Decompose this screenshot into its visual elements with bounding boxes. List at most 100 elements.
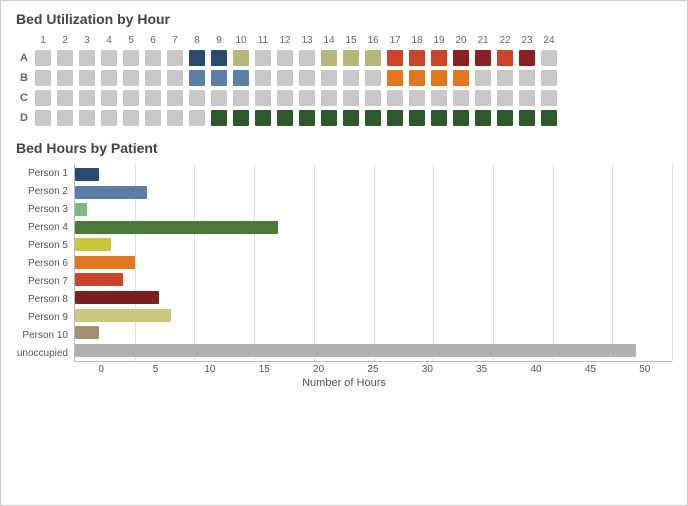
bed-cell <box>453 110 469 126</box>
bed-cell <box>123 110 139 126</box>
bed-cell <box>343 70 359 86</box>
hour-header: 11 <box>252 35 274 46</box>
x-axis-label: 45 <box>563 364 617 375</box>
bar <box>75 186 147 199</box>
bed-cell <box>431 110 447 126</box>
bed-grid-header: 123456789101112131415161718192021222324 <box>16 35 672 46</box>
hour-header: 9 <box>208 35 230 46</box>
bed-cell <box>409 110 425 126</box>
bar-row <box>75 307 672 323</box>
bed-cell <box>475 110 491 126</box>
bed-cell <box>79 110 95 126</box>
bed-cell <box>35 90 51 106</box>
bed-row-d: D <box>16 108 672 128</box>
bed-cell <box>431 70 447 86</box>
y-axis-label: Person 5 <box>16 236 68 254</box>
bed-utilization-section: Bed Utilization by Hour 1234567891011121… <box>16 11 672 128</box>
x-axis-label: 15 <box>237 364 291 375</box>
x-axis-label: 20 <box>291 364 345 375</box>
bar <box>75 203 87 216</box>
bed-cell <box>475 50 491 66</box>
bed-cell <box>211 110 227 126</box>
bar-row <box>75 184 672 200</box>
bed-cell <box>101 90 117 106</box>
bed-cell <box>145 50 161 66</box>
bed-cell <box>211 70 227 86</box>
x-axis-label: 5 <box>128 364 182 375</box>
bed-cell <box>123 90 139 106</box>
bed-cell <box>189 90 205 106</box>
hour-header: 22 <box>494 35 516 46</box>
x-axis-label: 40 <box>509 364 563 375</box>
hour-header: 13 <box>296 35 318 46</box>
bed-cell <box>167 90 183 106</box>
y-axis-label: Person 1 <box>16 164 68 182</box>
bed-cell <box>255 70 271 86</box>
bed-cell <box>519 90 535 106</box>
bed-row-label: C <box>16 88 32 108</box>
bed-cell <box>453 90 469 106</box>
bed-cell <box>299 50 315 66</box>
bed-cell <box>189 70 205 86</box>
bed-utilization-title: Bed Utilization by Hour <box>16 11 672 27</box>
bed-cell <box>79 70 95 86</box>
x-axis-label: 30 <box>400 364 454 375</box>
bed-cell <box>365 50 381 66</box>
hour-header: 14 <box>318 35 340 46</box>
bed-cell <box>277 90 293 106</box>
bed-cell <box>431 90 447 106</box>
bed-cell <box>79 50 95 66</box>
hour-header: 12 <box>274 35 296 46</box>
bed-row-label: B <box>16 68 32 88</box>
bed-cell <box>255 90 271 106</box>
bed-cell <box>299 90 315 106</box>
bed-cell <box>145 90 161 106</box>
bed-cell <box>211 90 227 106</box>
bar-chart-container: Person 1Person 2Person 3Person 4Person 5… <box>16 164 672 389</box>
chart-area <box>74 164 672 362</box>
bed-cell <box>101 50 117 66</box>
y-axis-label: Person 2 <box>16 182 68 200</box>
bed-cell <box>277 50 293 66</box>
bed-cell <box>123 50 139 66</box>
bed-cell <box>233 110 249 126</box>
main-container: Bed Utilization by Hour 1234567891011121… <box>1 1 687 399</box>
bed-cell <box>277 70 293 86</box>
hour-header: 21 <box>472 35 494 46</box>
y-axis-label: Person 6 <box>16 254 68 272</box>
y-axis-label: Person 4 <box>16 218 68 236</box>
bar-row <box>75 237 672 253</box>
bed-cell <box>387 50 403 66</box>
bar-chart-inner: Person 1Person 2Person 3Person 4Person 5… <box>16 164 672 362</box>
bed-cell <box>233 90 249 106</box>
hour-header: 10 <box>230 35 252 46</box>
bar-chart-title: Bed Hours by Patient <box>16 140 672 156</box>
bed-cell <box>57 70 73 86</box>
bed-cell <box>343 50 359 66</box>
bar-row <box>75 202 672 218</box>
bed-cell <box>409 50 425 66</box>
bed-cell <box>409 90 425 106</box>
hour-header: 1 <box>32 35 54 46</box>
hour-header: 19 <box>428 35 450 46</box>
bed-cell <box>519 50 535 66</box>
bed-cell <box>167 110 183 126</box>
hour-header: 18 <box>406 35 428 46</box>
y-axis-label: Person 3 <box>16 200 68 218</box>
bed-cell <box>57 90 73 106</box>
x-axis-label: 50 <box>618 364 672 375</box>
bed-cell <box>277 110 293 126</box>
bed-cell <box>255 110 271 126</box>
bar <box>75 256 135 269</box>
x-axis-title: Number of Hours <box>16 377 672 389</box>
bar-row <box>75 219 672 235</box>
bed-cell <box>519 110 535 126</box>
bar <box>75 221 278 234</box>
bar <box>75 344 636 357</box>
y-axis-label: Person 8 <box>16 290 68 308</box>
bed-cell <box>233 50 249 66</box>
bed-cell <box>145 70 161 86</box>
x-axis-labels: 05101520253035404550 <box>74 362 672 375</box>
bed-row-label: D <box>16 108 32 128</box>
bed-cell <box>35 110 51 126</box>
